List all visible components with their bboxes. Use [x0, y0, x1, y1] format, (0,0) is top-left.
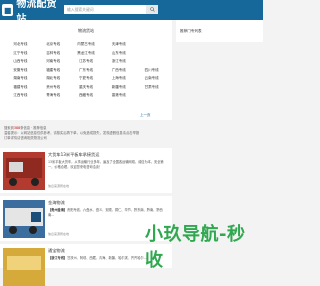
route-link[interactable]: 广东专线 — [70, 68, 103, 72]
notice-contact: 订单详情请咨询相关物流公司 — [4, 136, 47, 140]
listing-description: 13米平板大货车，从事运输行业多年，遍及了全国各运输网络，诚信为本，安全第一，价… — [48, 160, 164, 169]
listing-location: 信息来源所在地 — [48, 184, 70, 188]
route-link[interactable]: 湖南专线 — [4, 76, 37, 80]
listing-card[interactable]: 大货车13米平板车承接货运 13米平板大货车，从事运输行业多年，遍及了全国各运输… — [0, 148, 172, 193]
route-link[interactable]: 福建专线 — [37, 68, 70, 72]
listing-location: 信息来源所在地 — [48, 232, 70, 236]
sidebar-title: 推荐门专列表 — [180, 29, 202, 33]
route-link[interactable]: 天津专线 — [102, 42, 135, 46]
route-link[interactable]: 甘肃专线 — [135, 85, 168, 89]
route-link[interactable]: 内蒙古专线 — [70, 42, 103, 46]
route-link[interactable]: 江西专线 — [4, 93, 37, 97]
site-logo[interactable]: ■ 物流配货站 — [2, 0, 64, 25]
route-link — [135, 59, 168, 63]
route-link[interactable]: 山西专线 — [4, 59, 37, 63]
route-link[interactable]: 河北专线 — [4, 42, 37, 46]
route-panel-title: 物流货站 — [78, 28, 94, 33]
logo-icon: ■ — [2, 4, 14, 16]
route-link[interactable]: 宁夏专线 — [70, 76, 103, 80]
route-link[interactable]: 河南专线 — [37, 59, 70, 63]
route-link[interactable]: 贵州专线 — [37, 85, 70, 89]
route-link[interactable]: 山东专线 — [102, 51, 135, 55]
route-link — [135, 42, 168, 46]
route-link[interactable]: 吉林专线 — [37, 51, 70, 55]
listing-description: 【贵州金海】贵阳专线、六盘水、遵义、安顺、铜仁、毕节、黔东南、黔南、黔西南... — [48, 208, 168, 218]
search-button[interactable] — [146, 5, 158, 14]
route-panel: 物流货站 河北专线 北京专线 内蒙古专线 天津专线辽宁专线 吉林专线 黑龙江专线 山东专线山… — [0, 20, 172, 120]
sidebar-panel: 推荐门专列表 — [176, 20, 263, 42]
route-link[interactable]: 青海专线 — [37, 93, 70, 97]
route-link[interactable]: 四川专线 — [135, 68, 168, 72]
route-grid: 河北专线 北京专线 内蒙古专线 天津专线辽宁专线 吉林专线 黑龙江专线 山东专线山西专线 河南… — [4, 42, 168, 97]
route-link — [135, 51, 168, 55]
truck-photo — [3, 248, 45, 286]
listing-text: 甘孜州、阿坝、西藏、青海、新疆、哈尔滨、齐齐哈尔... — [67, 256, 147, 260]
route-link[interactable]: 辽宁专线 — [4, 51, 37, 55]
route-link[interactable]: 香港专线 — [102, 93, 135, 97]
notice-bar: 搜索到388条信息 · 推荐信息 温馨提示：以网站信息仅供参考，请核实后再下单，… — [0, 123, 172, 147]
watermark: 小玖导航-秒收 — [145, 224, 246, 271]
route-link[interactable]: 江苏专线 — [70, 59, 103, 63]
listing-title[interactable]: 大货车13米平板车承接货运 — [48, 152, 99, 158]
route-link[interactable]: 黑龙江专线 — [70, 51, 103, 55]
route-link[interactable]: 西藏专线 — [70, 93, 103, 97]
route-link[interactable]: 湖北专线 — [37, 76, 70, 80]
search-input[interactable]: 输入搜索关键词 — [64, 5, 146, 14]
listing-title[interactable]: 金海物流 — [48, 200, 65, 206]
route-link[interactable]: 浙江专线 — [102, 59, 135, 63]
listing-label: 【浙江专线】 — [48, 256, 68, 260]
route-link — [135, 93, 168, 97]
route-link[interactable]: 广西专线 — [102, 68, 135, 72]
route-link[interactable]: 重庆专线 — [70, 85, 103, 89]
listing-label: 【贵州金海】 — [48, 208, 68, 212]
route-link[interactable]: 福建专线 — [4, 85, 37, 89]
route-link[interactable]: 新疆专线 — [102, 85, 135, 89]
truck-photo — [3, 152, 45, 190]
site-header: ■ 物流配货站 输入搜索关键词 — [0, 0, 263, 25]
route-link[interactable]: 上海专线 — [102, 76, 135, 80]
truck-photo — [3, 200, 45, 238]
route-link[interactable]: 北京专线 — [37, 42, 70, 46]
listing-title[interactable]: 通宝物流 — [48, 248, 65, 254]
pager-prev[interactable]: 上一页 — [140, 113, 151, 118]
notice-prefix: 搜索到 — [4, 126, 14, 130]
notice-suffix: 条信息 · 推荐信息 — [20, 126, 47, 130]
route-link[interactable]: 安徽专线 — [4, 68, 37, 72]
search-icon — [149, 7, 155, 12]
route-link[interactable]: 云南专线 — [135, 76, 168, 80]
